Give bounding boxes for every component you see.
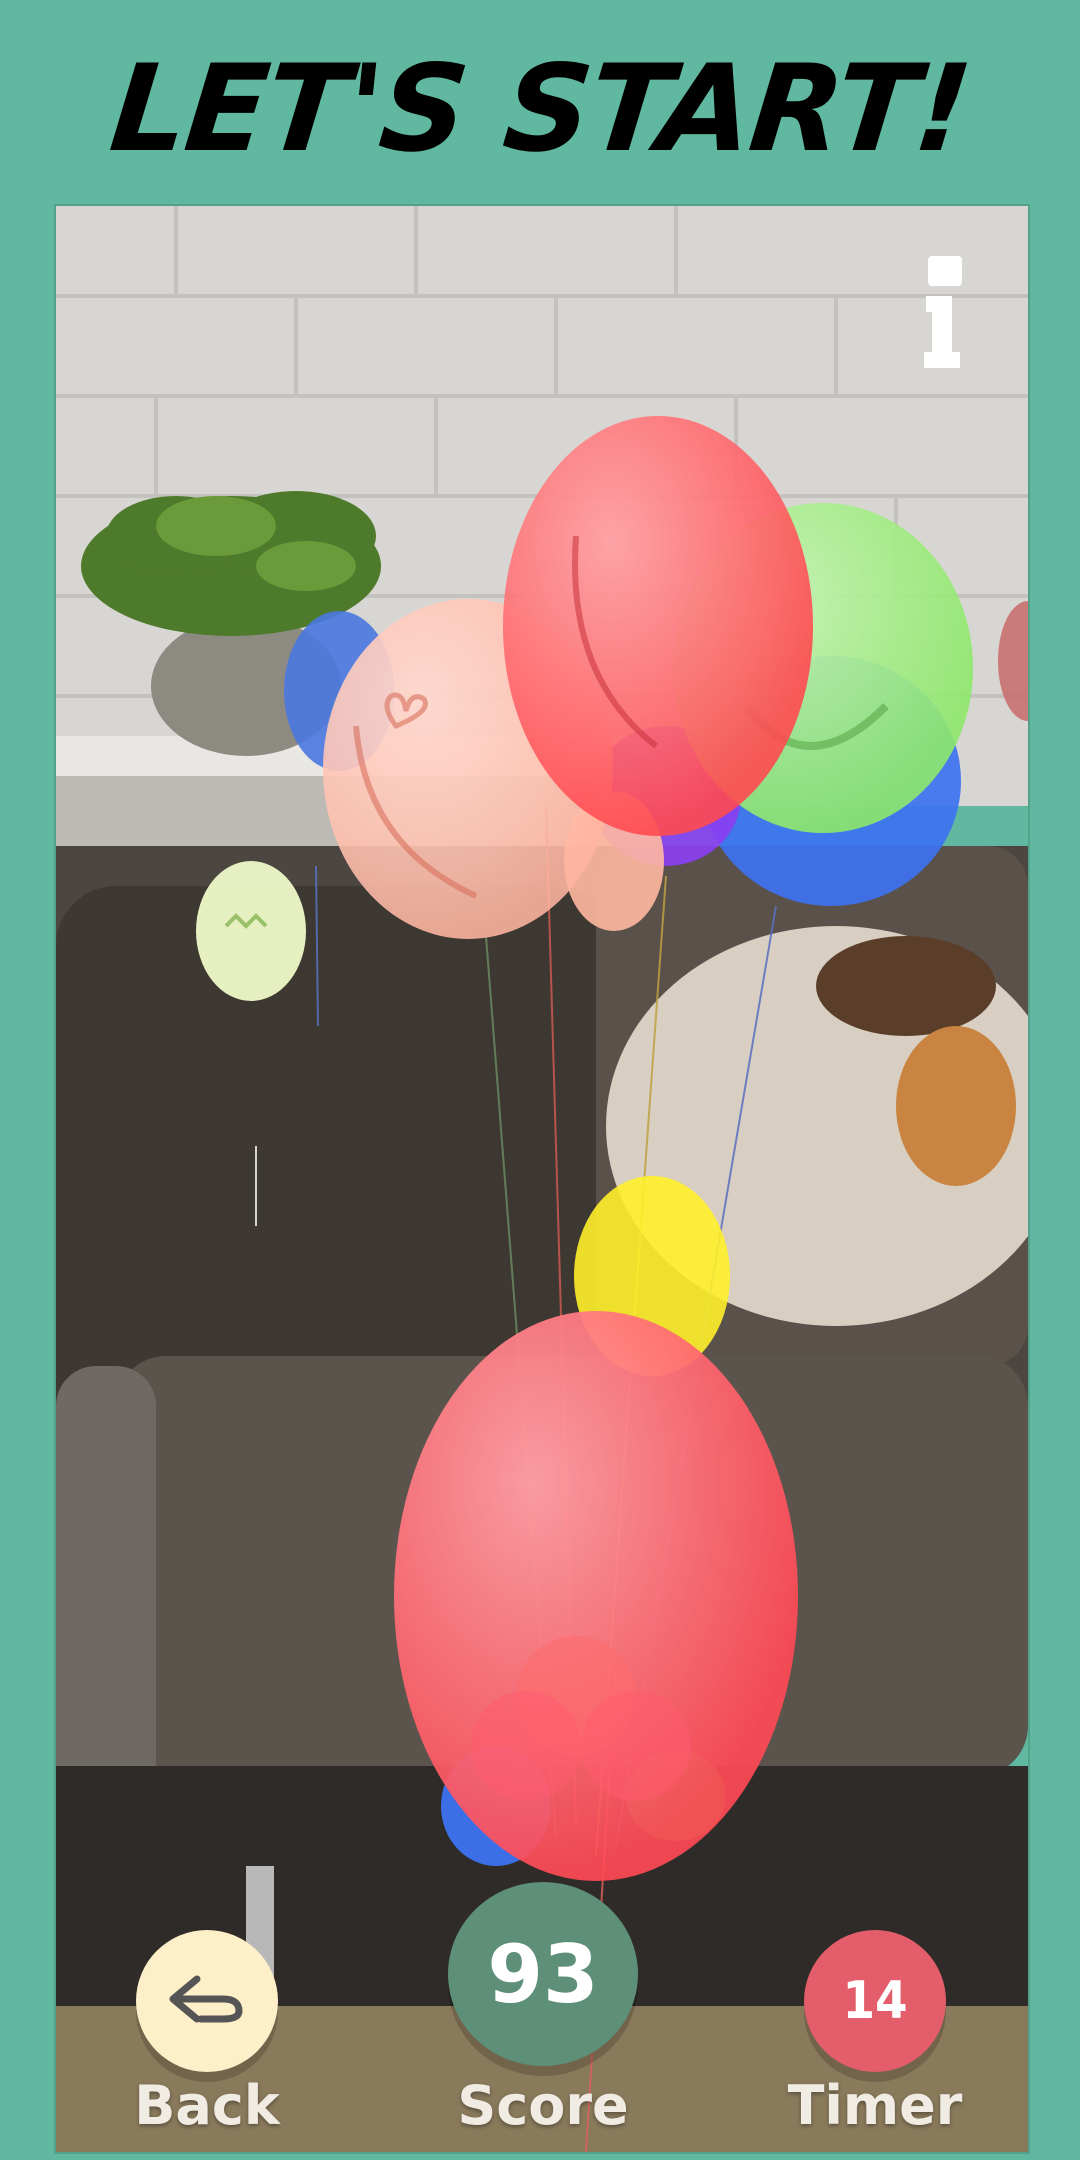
page-title: LET'S START!: [104, 40, 976, 179]
timer-display: 14: [804, 1930, 946, 2072]
info-icon-stem: [924, 296, 960, 368]
info-icon[interactable]: [918, 256, 974, 368]
score-display: 93: [448, 1882, 638, 2066]
scene-background: [56, 206, 1028, 2152]
balloon-red-top[interactable]: [503, 416, 813, 836]
info-icon-dot: [928, 256, 962, 286]
balloon-red-large[interactable]: [394, 1311, 798, 1881]
timer-label: Timer: [787, 2074, 963, 2137]
ar-camera-view[interactable]: Back 93 Score 14 Timer: [54, 204, 1030, 2154]
score-value: 93: [487, 1927, 599, 2021]
score-label: Score: [457, 2074, 629, 2137]
back-arrow-icon: [169, 1975, 243, 2023]
balloon-pale-green[interactable]: [196, 861, 306, 1001]
back-button[interactable]: [136, 1930, 278, 2072]
back-label: Back: [134, 2074, 280, 2137]
timer-value: 14: [842, 1971, 908, 2031]
